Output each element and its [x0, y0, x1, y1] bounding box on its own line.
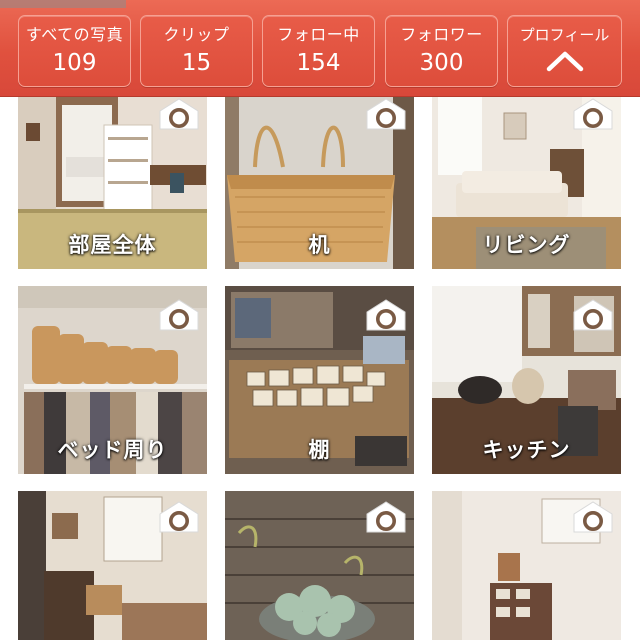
room-camera-icon[interactable] — [365, 97, 407, 131]
room-camera-icon[interactable] — [158, 97, 200, 131]
category-tile-desk[interactable]: 机 — [225, 97, 414, 269]
category-tile-8[interactable] — [225, 491, 414, 640]
room-camera-icon[interactable] — [158, 298, 200, 332]
followers-count: 300 — [419, 50, 464, 76]
profile-button[interactable]: プロフィール — [507, 15, 622, 87]
category-tile-shelf[interactable]: 棚 — [225, 286, 414, 474]
all-photos-count: 109 — [52, 50, 97, 76]
room-camera-icon[interactable] — [158, 500, 200, 534]
clips-count: 15 — [181, 50, 212, 76]
room-camera-icon[interactable] — [365, 298, 407, 332]
room-camera-icon[interactable] — [572, 298, 614, 332]
category-label: ベッド周り — [57, 438, 168, 462]
app-root: すべての写真 109 クリップ 15 フォロー中 154 フォロワー 300 プ… — [0, 0, 640, 640]
category-tile-9[interactable] — [432, 491, 621, 640]
category-tile-kitchen[interactable]: キッチン — [432, 286, 621, 474]
all-photos-button[interactable]: すべての写真 109 — [18, 15, 131, 87]
category-tile-whole-room[interactable]: 部屋全体 — [18, 97, 207, 269]
all-photos-label: すべての写真 — [25, 25, 124, 44]
category-tile-7[interactable] — [18, 491, 207, 640]
profile-label: プロフィール — [519, 26, 610, 44]
category-label: 棚 — [308, 438, 331, 462]
status-strip — [0, 0, 126, 8]
clips-label: クリップ — [163, 25, 230, 44]
room-camera-icon[interactable] — [365, 500, 407, 534]
category-tile-living[interactable]: リビング — [432, 97, 621, 269]
following-button[interactable]: フォロー中 154 — [262, 15, 375, 87]
room-camera-icon[interactable] — [572, 97, 614, 131]
followers-label: フォロワー — [400, 25, 483, 44]
clips-button[interactable]: クリップ 15 — [140, 15, 253, 87]
category-label: キッチン — [482, 438, 571, 462]
room-camera-icon[interactable] — [572, 500, 614, 534]
chevron-up-icon — [546, 51, 583, 72]
following-label: フォロー中 — [277, 25, 360, 44]
followers-button[interactable]: フォロワー 300 — [385, 15, 498, 87]
stats-bar: すべての写真 109 クリップ 15 フォロー中 154 フォロワー 300 プ… — [0, 0, 640, 97]
category-tile-bedside[interactable]: ベッド周り — [18, 286, 207, 474]
category-label: 机 — [308, 233, 331, 257]
category-label: 部屋全体 — [68, 233, 157, 257]
following-count: 154 — [296, 50, 341, 76]
category-label: リビング — [482, 233, 571, 257]
